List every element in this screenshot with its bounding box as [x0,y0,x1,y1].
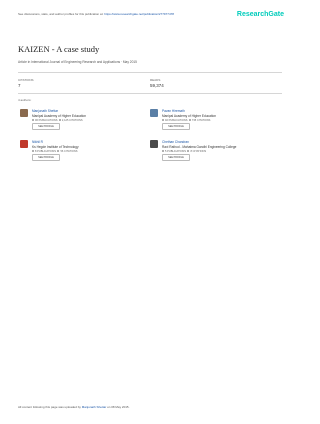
divider [18,72,282,73]
see-profile-button[interactable]: SEE PROFILE [32,123,60,130]
reads-label: READS [150,78,161,82]
divider [18,93,282,94]
paper-title: KAIZEN - A case study [18,44,100,54]
upload-note-suffix: on 08 May 2015. [107,405,130,409]
author-stats: 8 PUBLICATIONS 56 CITATIONS [32,150,78,153]
citations-value: 7 [18,83,21,88]
avatar[interactable] [150,140,158,148]
author-citations: 8 CITATIONS [190,149,207,153]
citations-icon [188,118,191,121]
avatar[interactable] [20,140,28,148]
author-name[interactable]: Chethan Chandran [162,140,189,144]
author-name[interactable]: Nikhil R [32,140,43,144]
upload-note: All content following this page was uplo… [18,405,129,409]
author-affiliation: Ks Hegde Institute of Technology [32,144,79,149]
see-profile-button[interactable]: SEE PROFILE [162,154,190,161]
reads-value: 59,374 [150,83,164,88]
author-card: Nikhil R Ks Hegde Institute of Technolog… [20,140,140,166]
author-card: Chethan Chandran Ravi Rathod - Mahatma G… [150,140,270,166]
author-card: Pavan Hiremath Manipal Academy of Higher… [150,109,270,135]
upload-note-prefix: All content following this page was uplo… [18,405,81,409]
author-stats: 5 PUBLICATIONS 8 CITATIONS [162,150,206,153]
avatar[interactable] [150,109,158,117]
citations-label: CITATIONS [18,78,34,82]
publications-icon [162,118,164,121]
author-name[interactable]: Manjunath Shettar [32,109,58,113]
authors-label: 4 authors: [18,98,32,102]
publication-link[interactable]: https://www.researchgate.net/publication… [104,12,174,16]
author-name[interactable]: Pavan Hiremath [162,109,185,113]
author-affiliation: Manipal Academy of Higher Education [162,113,217,118]
publications-icon [162,149,164,152]
citations-icon [58,118,61,121]
author-card: Manjunath Shettar Manipal Academy of Hig… [20,109,140,135]
publications-icon [32,149,34,152]
author-publications: 92 PUBLICATIONS [165,118,188,122]
author-affiliation: Ravi Rathod - Mahatma Gandhi Engineering… [162,144,237,149]
paper-venue: Article in International Journal of Engi… [18,60,137,64]
author-affiliation: Manipal Academy of Higher Education [32,113,87,118]
uploader-link[interactable]: Manjunath Shettar [82,405,107,409]
publications-icon [32,118,34,121]
avatar[interactable] [20,109,28,117]
researchgate-logo[interactable]: ResearchGate [237,11,284,18]
author-publications: 96 PUBLICATIONS [35,118,58,122]
author-stats: 96 PUBLICATIONS 2,125 CITATIONS [32,119,83,122]
author-citations: 56 CITATIONS [60,149,78,153]
see-profile-button[interactable]: SEE PROFILE [32,154,60,161]
author-publications: 5 PUBLICATIONS [165,149,186,153]
author-citations: 2,125 CITATIONS [61,118,83,122]
author-citations: 735 CITATIONS [191,118,211,122]
see-profile-button[interactable]: SEE PROFILE [162,123,190,130]
header-note-prefix: See discussions, stats, and author profi… [18,12,104,16]
author-publications: 8 PUBLICATIONS [35,149,56,153]
author-stats: 92 PUBLICATIONS 735 CITATIONS [162,119,210,122]
header-note: See discussions, stats, and author profi… [18,12,174,16]
